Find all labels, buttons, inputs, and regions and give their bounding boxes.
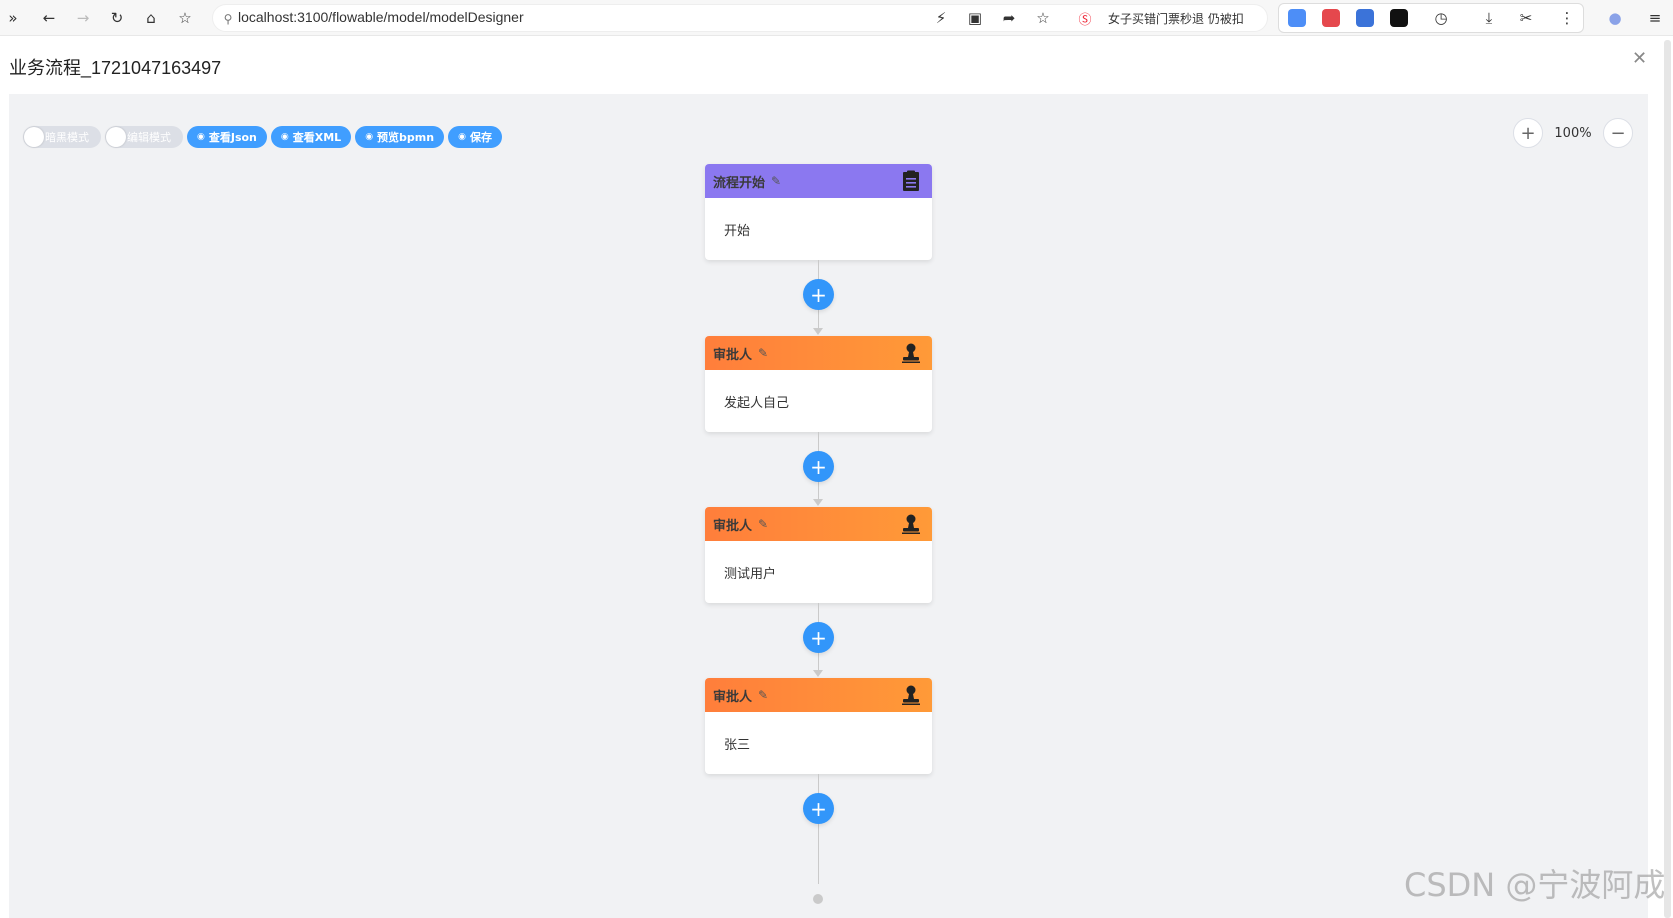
forward-icon[interactable]: → [72, 7, 94, 29]
clipboard-icon [900, 170, 922, 192]
edit-pencil-icon[interactable]: ✎ [758, 688, 768, 702]
zoom-control: + 100% − [1513, 118, 1633, 148]
preview-bpmn-button[interactable]: ◉ 预览bpmn [355, 126, 445, 148]
extension-pdf-icon[interactable] [1322, 9, 1340, 27]
cut-icon[interactable]: ✂ [1515, 7, 1537, 29]
node-title[interactable]: 流程开始 [713, 172, 765, 191]
sogou-icon[interactable]: Ⓢ [1074, 7, 1096, 29]
back-icon[interactable]: ← [38, 7, 60, 29]
more-vertical-icon[interactable]: ⋮ [1556, 7, 1578, 29]
save-label: 保存 [469, 131, 492, 144]
bookmark-star-icon[interactable]: ☆ [174, 7, 196, 29]
node-content[interactable]: 发起人自己 [705, 370, 932, 411]
search-icon: ⚲ [223, 12, 233, 26]
sidebar-toggle-icon[interactable]: » [2, 7, 24, 29]
eye-icon: ◉ [458, 132, 466, 142]
approver-node[interactable]: 审批人 ✎ 测试用户 [705, 507, 932, 603]
node-header[interactable]: 审批人 ✎ [705, 678, 932, 712]
share-icon[interactable]: ➦ [998, 7, 1020, 29]
add-node-button[interactable]: + [803, 622, 834, 653]
node-header[interactable]: 审批人 ✎ [705, 336, 932, 370]
designer-toolbar: 暗黑模式 编辑模式 ◉ 查看Json ◉ 查看XML ◉ 预览bpmn ◉ 保存 [23, 126, 502, 148]
extension-pen-icon[interactable] [1390, 9, 1408, 27]
avatar[interactable]: ● [1604, 7, 1626, 29]
preview-bpmn-label: 预览bpmn [377, 131, 435, 144]
edit-mode-switch[interactable]: 编辑模式 [105, 126, 183, 148]
edit-mode-label: 编辑模式 [127, 131, 171, 144]
watermark: CSDN @宁波阿成 [1404, 866, 1666, 904]
zoom-in-button[interactable]: + [1513, 118, 1543, 148]
page-title: 业务流程_1721047163497 [9, 58, 222, 78]
node-content[interactable]: 测试用户 [705, 541, 932, 582]
history-icon[interactable]: ◷ [1430, 7, 1452, 29]
add-node-button[interactable]: + [803, 793, 834, 824]
home-icon[interactable]: ⌂ [140, 7, 162, 29]
zoom-out-button[interactable]: − [1603, 118, 1633, 148]
node-header[interactable]: 流程开始 ✎ [705, 164, 932, 198]
connector-arrow-icon [813, 328, 823, 335]
extension-translate-icon[interactable] [1356, 9, 1374, 27]
eye-icon: ◉ [197, 132, 205, 142]
node-content[interactable]: 开始 [705, 198, 932, 239]
view-json-button[interactable]: ◉ 查看Json [187, 126, 267, 148]
switch-knob [106, 127, 126, 147]
view-xml-button[interactable]: ◉ 查看XML [270, 126, 352, 148]
user-stamp-icon [900, 342, 922, 364]
node-header[interactable]: 审批人 ✎ [705, 507, 932, 541]
view-json-label: 查看Json [208, 131, 257, 144]
dark-mode-switch[interactable]: 暗黑模式 [23, 126, 101, 148]
user-stamp-icon [900, 513, 922, 535]
save-button[interactable]: ◉ 保存 [448, 126, 502, 148]
browser-toolbar: » ← → ↻ ⌂ ☆ ⚲ localhost:3100/flowable/mo… [0, 0, 1673, 36]
eye-icon: ◉ [365, 132, 374, 142]
connector-arrow-icon [813, 499, 823, 506]
extension-ai-icon[interactable] [1288, 9, 1306, 27]
connector-line [818, 774, 819, 884]
add-node-button[interactable]: + [803, 451, 834, 482]
zoom-value: 100% [1554, 125, 1592, 141]
add-node-button[interactable]: + [803, 279, 834, 310]
favorite-icon[interactable]: ☆ [1032, 7, 1054, 29]
node-title[interactable]: 审批人 [713, 686, 752, 705]
node-content[interactable]: 张三 [705, 712, 932, 753]
start-node[interactable]: 流程开始 ✎ 开始 [705, 164, 932, 260]
switch-knob [24, 127, 44, 147]
node-title[interactable]: 审批人 [713, 515, 752, 534]
flow-end-dot [813, 894, 823, 904]
reload-icon[interactable]: ↻ [106, 7, 128, 29]
scrollbar[interactable] [1664, 40, 1671, 918]
menu-icon[interactable]: ≡ [1644, 7, 1666, 29]
download-icon[interactable]: ⤓ [1478, 7, 1500, 29]
dark-mode-label: 暗黑模式 [45, 131, 89, 144]
edit-pencil-icon[interactable]: ✎ [758, 346, 768, 360]
node-title[interactable]: 审批人 [713, 344, 752, 363]
edit-pencil-icon[interactable]: ✎ [771, 174, 781, 188]
edit-pencil-icon[interactable]: ✎ [758, 517, 768, 531]
user-stamp-icon [900, 684, 922, 706]
lightning-icon[interactable]: ⚡ [930, 7, 952, 29]
hot-search-text[interactable]: 女子买错门票秒退 仍被扣 [1108, 10, 1244, 27]
url-text[interactable]: localhost:3100/flowable/model/modelDesig… [238, 9, 524, 25]
close-icon[interactable]: ✕ [1632, 48, 1647, 69]
approver-node[interactable]: 审批人 ✎ 发起人自己 [705, 336, 932, 432]
connector-arrow-icon [813, 670, 823, 677]
eye-icon: ◉ [280, 132, 289, 142]
screenshot-icon[interactable]: ▣ [964, 7, 986, 29]
approver-node[interactable]: 审批人 ✎ 张三 [705, 678, 932, 774]
view-xml-label: 查看XML [292, 131, 342, 144]
